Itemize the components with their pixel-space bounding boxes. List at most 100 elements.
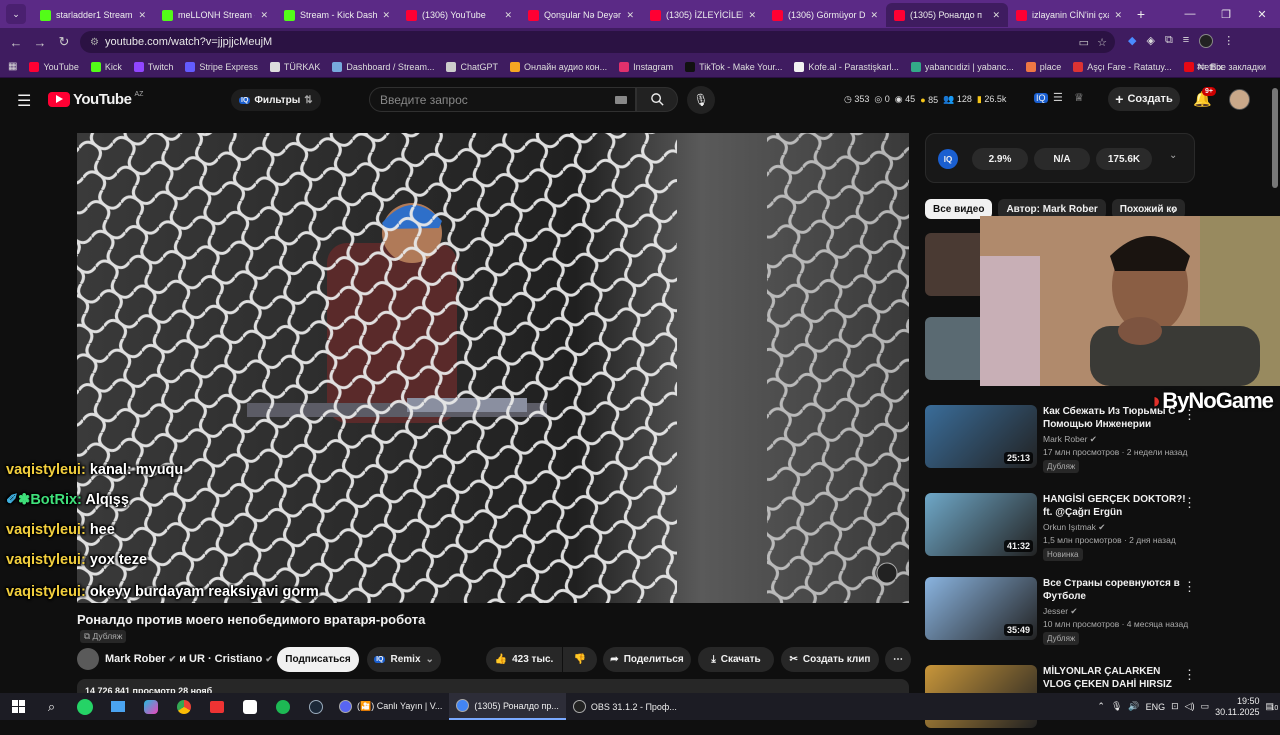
- notification-center-icon[interactable]: ▤ 10: [1265, 701, 1278, 712]
- channel-names[interactable]: Mark Rober ✔ и UR · Cristiano ✔: [105, 653, 273, 665]
- browser-tab[interactable]: izlayanin CİN'ini çxa ✕: [1008, 3, 1130, 27]
- bookmark-item[interactable]: Twitch: [128, 61, 180, 72]
- recommendation-channel[interactable]: Orkun Işıtmak ✔: [1043, 522, 1105, 533]
- media-taskbar-icon[interactable]: [200, 693, 233, 720]
- search-taskbar-button[interactable]: ⌕: [35, 693, 68, 720]
- clock[interactable]: 19:50 30.11.2025: [1215, 696, 1259, 718]
- close-window-button[interactable]: ✕: [1244, 0, 1280, 28]
- url-bar[interactable]: ⚙ youtube.com/watch?v=jjpjjcMeujM ▭ ☆: [80, 31, 1115, 53]
- volume-tray-icon[interactable]: 🔊: [1128, 701, 1139, 712]
- taskbar-app[interactable]: OBS 31.1.2 - Проф...: [566, 693, 684, 720]
- clip-button[interactable]: ✂ Создать клип: [781, 647, 879, 672]
- close-tab-icon[interactable]: ✕: [504, 10, 512, 21]
- close-tab-icon[interactable]: ✕: [870, 10, 878, 21]
- bookmark-item[interactable]: Kofe.al - Parastişkarl...: [788, 61, 905, 72]
- bookmark-item[interactable]: Онлайн аудио кон...: [504, 61, 613, 72]
- more-actions-button[interactable]: ⋯: [885, 647, 911, 672]
- youtube-logo[interactable]: YouTube AZ: [48, 91, 143, 108]
- sort-icon[interactable]: ☰: [1053, 91, 1063, 104]
- trophy-icon[interactable]: ♕: [1074, 91, 1084, 104]
- more-options-icon[interactable]: ⋮: [1183, 495, 1196, 511]
- dislike-button[interactable]: 👎: [563, 647, 597, 672]
- spotify-taskbar-icon[interactable]: [266, 693, 299, 720]
- maximize-button[interactable]: ❐: [1208, 0, 1244, 28]
- recommendation-item[interactable]: 41:32 HANGİSİ GERÇEK DOKTOR?! ft. @Çağrı …: [925, 493, 1280, 563]
- more-options-icon[interactable]: ⋮: [1183, 407, 1196, 423]
- bookmark-item[interactable]: YouTube: [23, 61, 84, 72]
- close-tab-icon[interactable]: ✕: [992, 10, 1000, 21]
- bookmark-item[interactable]: Instagram: [613, 61, 679, 72]
- close-tab-icon[interactable]: ✕: [382, 10, 390, 21]
- bookmark-item[interactable]: ChatGPT: [440, 61, 504, 72]
- recommendation-title[interactable]: HANGİSİ GERÇEK DOKTOR?! ft. @Çağrı Ergün: [1043, 493, 1188, 519]
- video-player[interactable]: [77, 133, 909, 603]
- account-avatar[interactable]: [1229, 89, 1250, 110]
- taskbar-app[interactable]: (🎦) Canlı Yayın | V...: [332, 693, 449, 720]
- close-tab-icon[interactable]: ✕: [260, 10, 268, 21]
- recommendation-title[interactable]: Все Страны соревнуются в Футболе: [1043, 577, 1188, 603]
- network-icon[interactable]: ⊡: [1171, 701, 1179, 712]
- chevron-right-icon[interactable]: ›: [1172, 203, 1176, 217]
- remix-button[interactable]: IQ Remix ⌄: [367, 647, 441, 672]
- browser-tab[interactable]: (1305) Роналдо п ✕: [886, 3, 1008, 27]
- browser-tab[interactable]: starladder1 Stream - ✕: [32, 3, 154, 27]
- bookmark-item[interactable]: TikTok - Make Your...: [679, 61, 788, 72]
- bookmark-item[interactable]: Stripe Express: [179, 61, 264, 72]
- battery-icon[interactable]: ▭: [1201, 701, 1210, 712]
- whatsapp-taskbar-icon[interactable]: [68, 693, 101, 720]
- bookmark-item[interactable]: Kick: [85, 61, 128, 72]
- new-tab-button[interactable]: +: [1130, 6, 1152, 22]
- search-input[interactable]: Введите запрос: [369, 87, 636, 112]
- close-tab-icon[interactable]: ✕: [1114, 10, 1122, 21]
- close-tab-icon[interactable]: ✕: [626, 10, 634, 21]
- recommendation-channel[interactable]: Mark Rober ✔: [1043, 434, 1097, 445]
- bookmark-item[interactable]: Dashboard / Stream...: [326, 61, 440, 72]
- apps-grid-icon[interactable]: ▦: [0, 61, 23, 72]
- menu-icon[interactable]: ⋮: [1223, 34, 1234, 48]
- more-options-icon[interactable]: ⋮: [1183, 579, 1196, 595]
- bookmark-item[interactable]: place: [1020, 61, 1068, 72]
- recommendation-item[interactable]: 25:13 Как Сбежать Из Тюрьмы С Помощью Инж…: [925, 405, 1280, 475]
- browser-tab[interactable]: (1306) YouTube ✕: [398, 3, 520, 27]
- iq-toolbar-icon[interactable]: IQ: [1034, 93, 1048, 103]
- all-bookmarks-folder[interactable]: ▭ Все закладки: [1192, 61, 1272, 72]
- shield-extension-icon[interactable]: ◆: [1128, 34, 1136, 48]
- reload-button[interactable]: ↻: [52, 34, 76, 50]
- like-button[interactable]: 👍 423 тыс.: [486, 647, 562, 672]
- keyboard-icon[interactable]: [615, 95, 627, 104]
- more-options-icon[interactable]: ⋮: [1183, 667, 1196, 683]
- recommendation-thumbnail[interactable]: 35:49: [925, 577, 1037, 640]
- taskbar-app[interactable]: (1305) Роналдо пр...: [449, 693, 566, 720]
- extension-icon[interactable]: ◈: [1146, 34, 1154, 48]
- share-button[interactable]: ➦ Поделиться: [603, 647, 691, 672]
- subscribe-button[interactable]: Подписаться: [277, 647, 359, 672]
- media-controls-icon[interactable]: ≡: [1183, 34, 1189, 48]
- recommendation-thumbnail[interactable]: 41:32: [925, 493, 1037, 556]
- close-tab-icon[interactable]: ✕: [138, 10, 146, 21]
- recommendation-thumbnail[interactable]: [925, 233, 985, 296]
- search-button[interactable]: [636, 87, 678, 112]
- recommendation-channel[interactable]: Jesser ✔: [1043, 606, 1078, 617]
- create-button[interactable]: + Создать: [1108, 87, 1180, 111]
- browser-tab[interactable]: (1305) İZLEYİCİLERİN ✕: [642, 3, 764, 27]
- profile-icon[interactable]: [1199, 34, 1214, 48]
- cast-icon[interactable]: ▭: [1079, 36, 1089, 49]
- channel-avatar[interactable]: [77, 648, 99, 670]
- recommendation-thumbnail[interactable]: [925, 317, 985, 380]
- bookmark-item[interactable]: TÜRKAK: [264, 61, 327, 72]
- forward-button[interactable]: →: [28, 35, 52, 50]
- voice-search-button[interactable]: 🎙: [687, 86, 715, 114]
- chrome-taskbar-icon[interactable]: [167, 693, 200, 720]
- download-button[interactable]: ⤓ Скачать: [698, 647, 774, 672]
- bookmark-item[interactable]: yabancıdizi | yabanc...: [905, 61, 1020, 72]
- file-explorer-taskbar-icon[interactable]: [101, 693, 134, 720]
- recommendation-title[interactable]: MİLYONLAR ÇALARKEN VLOG ÇEKEN DAHİ HIRSI…: [1043, 665, 1188, 691]
- close-tab-icon[interactable]: ✕: [748, 10, 756, 21]
- start-button[interactable]: [2, 693, 35, 720]
- recommendation-thumbnail[interactable]: 25:13: [925, 405, 1037, 468]
- lang-indicator[interactable]: ENG: [1146, 702, 1166, 712]
- browser-tab[interactable]: meLLONH Stream - W ✕: [154, 3, 276, 27]
- site-info-icon[interactable]: ⚙: [90, 37, 99, 48]
- back-button[interactable]: ←: [4, 35, 28, 50]
- filters-button[interactable]: IQ Фильтры ⇅: [231, 89, 321, 111]
